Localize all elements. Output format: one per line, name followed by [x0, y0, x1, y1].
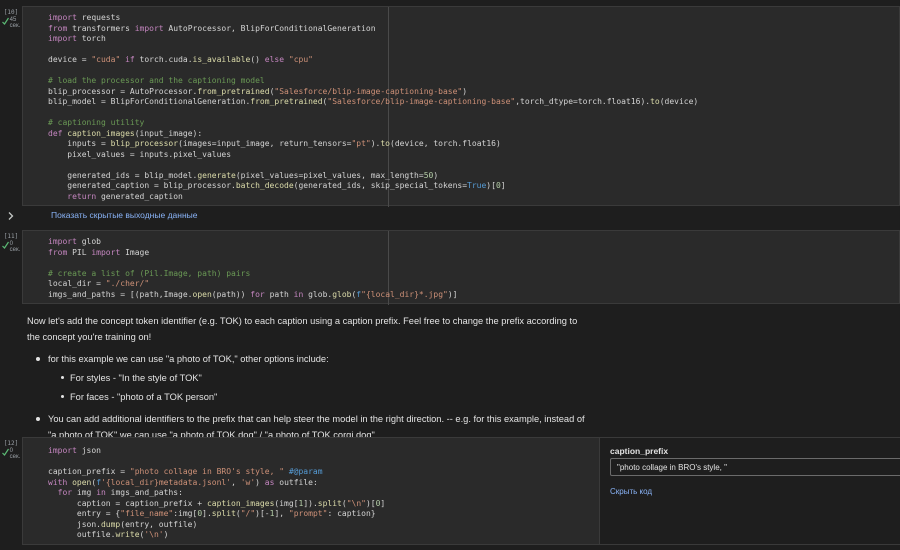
code-content[interactable]: import requests from transformers import… [48, 13, 698, 202]
list-item: for this example we can use "a photo of … [27, 351, 587, 367]
caption-prefix-input[interactable] [610, 458, 900, 476]
form-panel: caption_prefix Скрыть код [599, 438, 900, 544]
execution-count: [12] [3, 440, 19, 447]
code-content[interactable]: import glob from PIL import Image # crea… [48, 237, 457, 300]
list-item: For styles - "In the style of TOK" [27, 370, 587, 386]
code-cell-3[interactable]: [12] 0 сек. import json caption_prefix =… [0, 437, 900, 545]
cell-gutter: [11] 0 сек. [0, 233, 22, 253]
code-editor[interactable]: import requests from transformers import… [22, 6, 900, 207]
param-label: caption_prefix [610, 446, 669, 456]
code-editor[interactable]: import json caption_prefix = "photo coll… [22, 437, 900, 545]
execution-count: [11] [3, 233, 19, 240]
code-editor[interactable]: import glob from PIL import Image # crea… [22, 230, 900, 305]
list-item: For faces - "photo of a TOK person" [27, 389, 587, 405]
code-cell-2[interactable]: [11] 0 сек. import glob from PIL import … [0, 230, 900, 305]
execution-time: 45 сек. [9, 17, 21, 29]
markdown-cell: Now let's add the concept token identifi… [27, 313, 587, 443]
hide-code-link[interactable]: Скрыть код [610, 487, 652, 496]
execution-time: 0 сек. [9, 448, 21, 460]
execution-time: 0 сек. [9, 241, 21, 253]
show-hidden-output-row[interactable]: Показать скрытые выходные данные [0, 206, 900, 226]
check-icon [1, 241, 9, 249]
execution-count: [10] [3, 9, 19, 16]
chevron-right-icon[interactable] [7, 211, 15, 221]
cell-gutter: [12] 0 сек. [0, 440, 22, 460]
check-icon [1, 17, 9, 25]
code-content[interactable]: import json caption_prefix = "photo coll… [48, 446, 385, 541]
markdown-paragraph: Now let's add the concept token identifi… [27, 316, 578, 342]
cell-gutter: [10] 45 сек. [0, 9, 22, 29]
show-hidden-output-link[interactable]: Показать скрытые выходные данные [51, 210, 197, 220]
check-icon [1, 448, 9, 456]
code-cell-1[interactable]: [10] 45 сек. import requests from transf… [0, 6, 900, 207]
